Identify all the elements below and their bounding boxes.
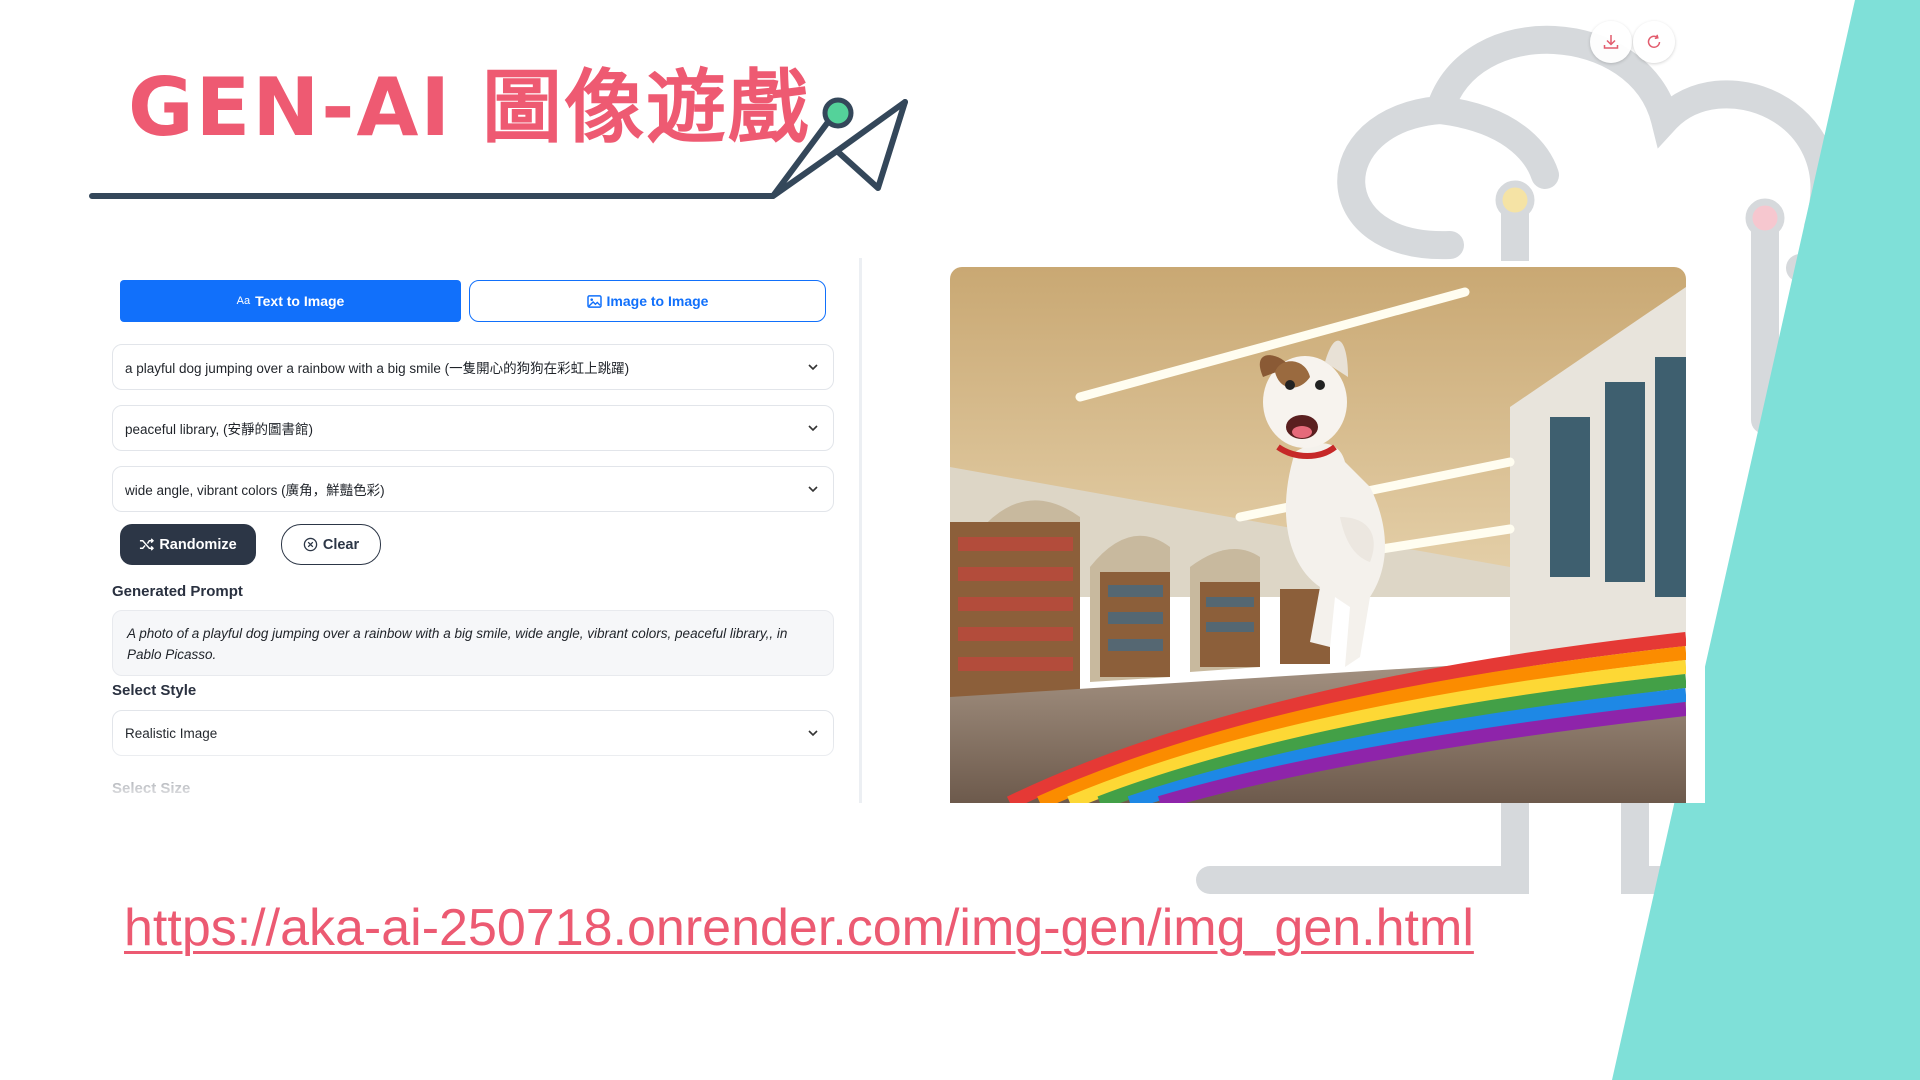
regenerate-button[interactable] (1633, 21, 1675, 63)
generated-prompt-label: Generated Prompt (112, 583, 243, 600)
clear-label: Clear (322, 536, 360, 553)
chevron-down-icon (808, 364, 818, 371)
app-url-link[interactable]: https://aka-ai-250718.onrender.com/img-g… (124, 898, 1474, 958)
select-style-label: Select Style (112, 682, 197, 699)
slide-title: GEN-AI 圖像遊戲 (128, 61, 810, 154)
refresh-icon (1647, 34, 1661, 48)
x-circle-icon (303, 537, 318, 552)
scene-select[interactable]: peaceful library, (安靜的圖書館) (112, 405, 834, 451)
download-icon (1603, 35, 1619, 49)
generated-image-card (936, 261, 1705, 803)
download-button[interactable] (1590, 21, 1632, 63)
subject-select-value: a playful dog jumping over a rainbow wit… (125, 361, 630, 376)
select-size-label: Select Size (112, 780, 191, 797)
cloud-pin-pink (1745, 198, 1785, 238)
randomize-button[interactable]: Randomize (120, 524, 256, 565)
clear-button[interactable]: Clear (281, 524, 381, 565)
randomize-label: Randomize (159, 536, 237, 553)
shuffle-icon (140, 538, 155, 551)
tab-label: Image to Image (606, 293, 709, 309)
tab-image-to-image[interactable]: Image to Image (469, 280, 826, 322)
scene-select-value: peaceful library, (安靜的圖書館) (125, 422, 314, 437)
tab-text-to-image[interactable]: Aa Text to Image (120, 280, 461, 322)
action-buttons: Randomize Clear (120, 524, 381, 565)
image-generator-panel: Aa Text to Image Image to Image a playfu… (90, 258, 862, 803)
chevron-down-icon (808, 425, 818, 432)
style-select-value: Realistic Image (125, 725, 218, 741)
modifiers-select-value: wide angle, vibrant colors (廣角，鮮豔色彩) (125, 483, 385, 498)
generated-image-illustration (950, 267, 1686, 803)
tab-label: Text to Image (255, 293, 345, 309)
subject-select[interactable]: a playful dog jumping over a rainbow wit… (112, 344, 834, 390)
image-icon (586, 294, 602, 308)
mode-tabs: Aa Text to Image Image to Image (120, 280, 826, 322)
generated-prompt-text: A photo of a playful dog jumping over a … (112, 610, 834, 676)
chevron-down-icon (808, 730, 818, 737)
text-icon: Aa (236, 295, 251, 307)
generated-image (950, 267, 1686, 803)
cloud-pin-yellow (1495, 180, 1535, 220)
pencil-tip-dot (822, 97, 854, 129)
style-select[interactable]: Realistic Image (112, 710, 834, 756)
chevron-down-icon (808, 486, 818, 493)
modifiers-select[interactable]: wide angle, vibrant colors (廣角，鮮豔色彩) (112, 466, 834, 512)
